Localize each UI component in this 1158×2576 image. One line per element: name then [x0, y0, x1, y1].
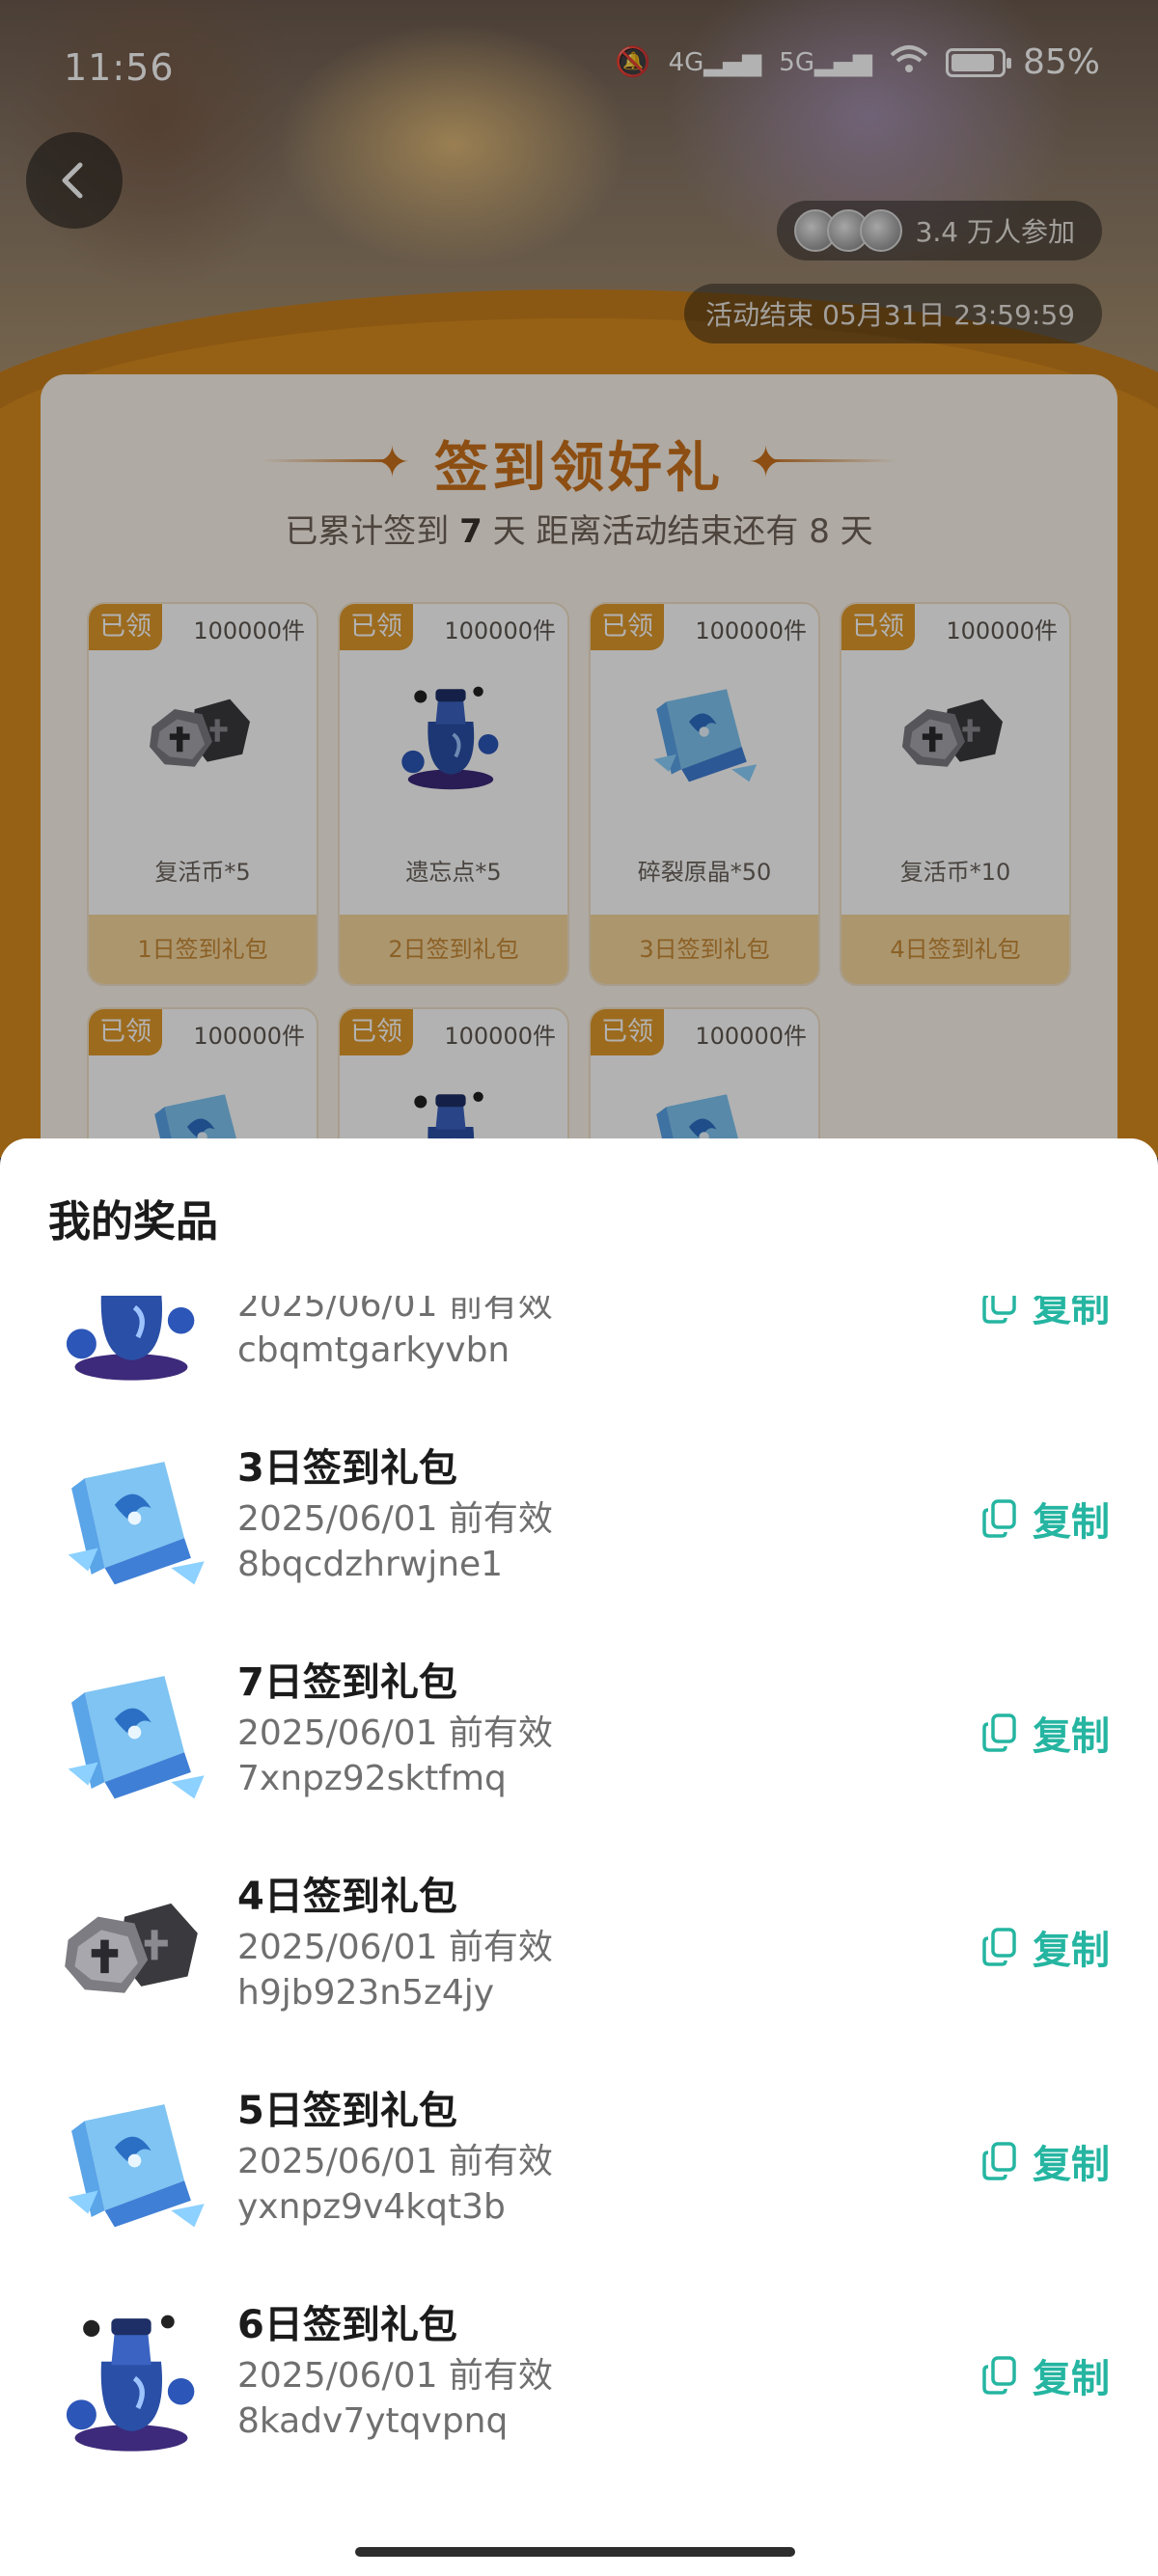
activity-page: 11:56 🔕 4G▂▄▆ 5G▂▄▆ 85% 3.4 万人参加 活动结束 05… [0, 0, 1158, 1158]
prize-validity: 2025/06/01 前有效 [237, 1928, 553, 1967]
potion-icon [48, 2295, 214, 2461]
copy-label: 复制 [1033, 2143, 1110, 2187]
prize-row: 6日签到礼包 2025/06/01 前有效 8kadv7ytqvpnq 复制 [0, 2276, 1158, 2490]
prize-code: yxnpz9v4kqt3b [237, 2187, 506, 2227]
copy-label: 复制 [1033, 1714, 1110, 1759]
crystal-icon [48, 1439, 214, 1604]
copy-label: 复制 [1033, 1296, 1110, 1330]
crystal-icon [48, 1653, 214, 1819]
prize-row: 2025/06/01 前有效 cbqmtgarkyvbn 复制 [0, 1296, 1158, 1419]
copy-icon [982, 1713, 1016, 1752]
copy-icon [982, 2356, 1016, 2395]
prize-row: 7日签到礼包 2025/06/01 前有效 7xnpz92sktfmq 复制 [0, 1633, 1158, 1848]
copy-icon [982, 1928, 1016, 1966]
prize-name: 7日签到礼包 [237, 1660, 457, 1705]
copy-label: 复制 [1033, 1500, 1110, 1545]
prize-code: h9jb923n5z4jy [237, 1973, 495, 2013]
modal-overlay[interactable] [0, 0, 1158, 1158]
prize-validity: 2025/06/01 前有效 [237, 1713, 553, 1753]
prize-name: 3日签到礼包 [237, 1446, 457, 1491]
prize-row: 4日签到礼包 2025/06/01 前有效 h9jb923n5z4jy 复制 [0, 1848, 1158, 2062]
copy-button[interactable]: 复制 [980, 1296, 1110, 1332]
prize-code: 7xnpz92sktfmq [237, 1759, 507, 1798]
copy-button[interactable]: 复制 [980, 1705, 1110, 1761]
prize-name: 6日签到礼包 [237, 2303, 457, 2347]
copy-button[interactable]: 复制 [980, 2133, 1110, 2189]
prize-name: 4日签到礼包 [237, 1875, 457, 1919]
prize-validity: 2025/06/01 前有效 [237, 1296, 553, 1325]
sheet-title: 我的奖品 [48, 1197, 218, 1247]
prize-validity: 2025/06/01 前有效 [237, 2356, 553, 2396]
copy-label: 复制 [1033, 1929, 1110, 1973]
prize-list[interactable]: 2025/06/01 前有效 cbqmtgarkyvbn 复制 3日签到礼包 2025/… [0, 1296, 1158, 2576]
copy-button[interactable]: 复制 [980, 1919, 1110, 1975]
copy-icon [982, 2142, 1016, 2180]
prize-name: 5日签到礼包 [237, 2089, 457, 2133]
prize-validity: 2025/06/01 前有效 [237, 1499, 553, 1539]
prize-code: 8bqcdzhrwjne1 [237, 1545, 504, 1584]
prize-validity: 2025/06/01 前有效 [237, 2142, 553, 2181]
copy-label: 复制 [1033, 2357, 1110, 2401]
crystal-icon [48, 2081, 214, 2247]
prize-row: 5日签到礼包 2025/06/01 前有效 yxnpz9v4kqt3b 复制 [0, 2062, 1158, 2276]
copy-button[interactable]: 复制 [980, 2347, 1110, 2403]
copy-button[interactable]: 复制 [980, 1491, 1110, 1547]
potion-icon [48, 1296, 214, 1390]
prize-code: cbqmtgarkyvbn [237, 1330, 510, 1370]
prize-row: 3日签到礼包 2025/06/01 前有效 8bqcdzhrwjne1 复制 [0, 1419, 1158, 1633]
prize-code: 8kadv7ytqvpnq [237, 2401, 509, 2441]
my-prizes-sheet: 我的奖品 2025/06/01 前有效 cbqmtgarkyvbn 复制 3日签到礼包… [0, 1138, 1158, 2576]
revive-coin-icon [48, 1867, 214, 2033]
home-indicator [355, 2547, 795, 2557]
copy-icon [982, 1499, 1016, 1538]
copy-icon [982, 1296, 1016, 1324]
